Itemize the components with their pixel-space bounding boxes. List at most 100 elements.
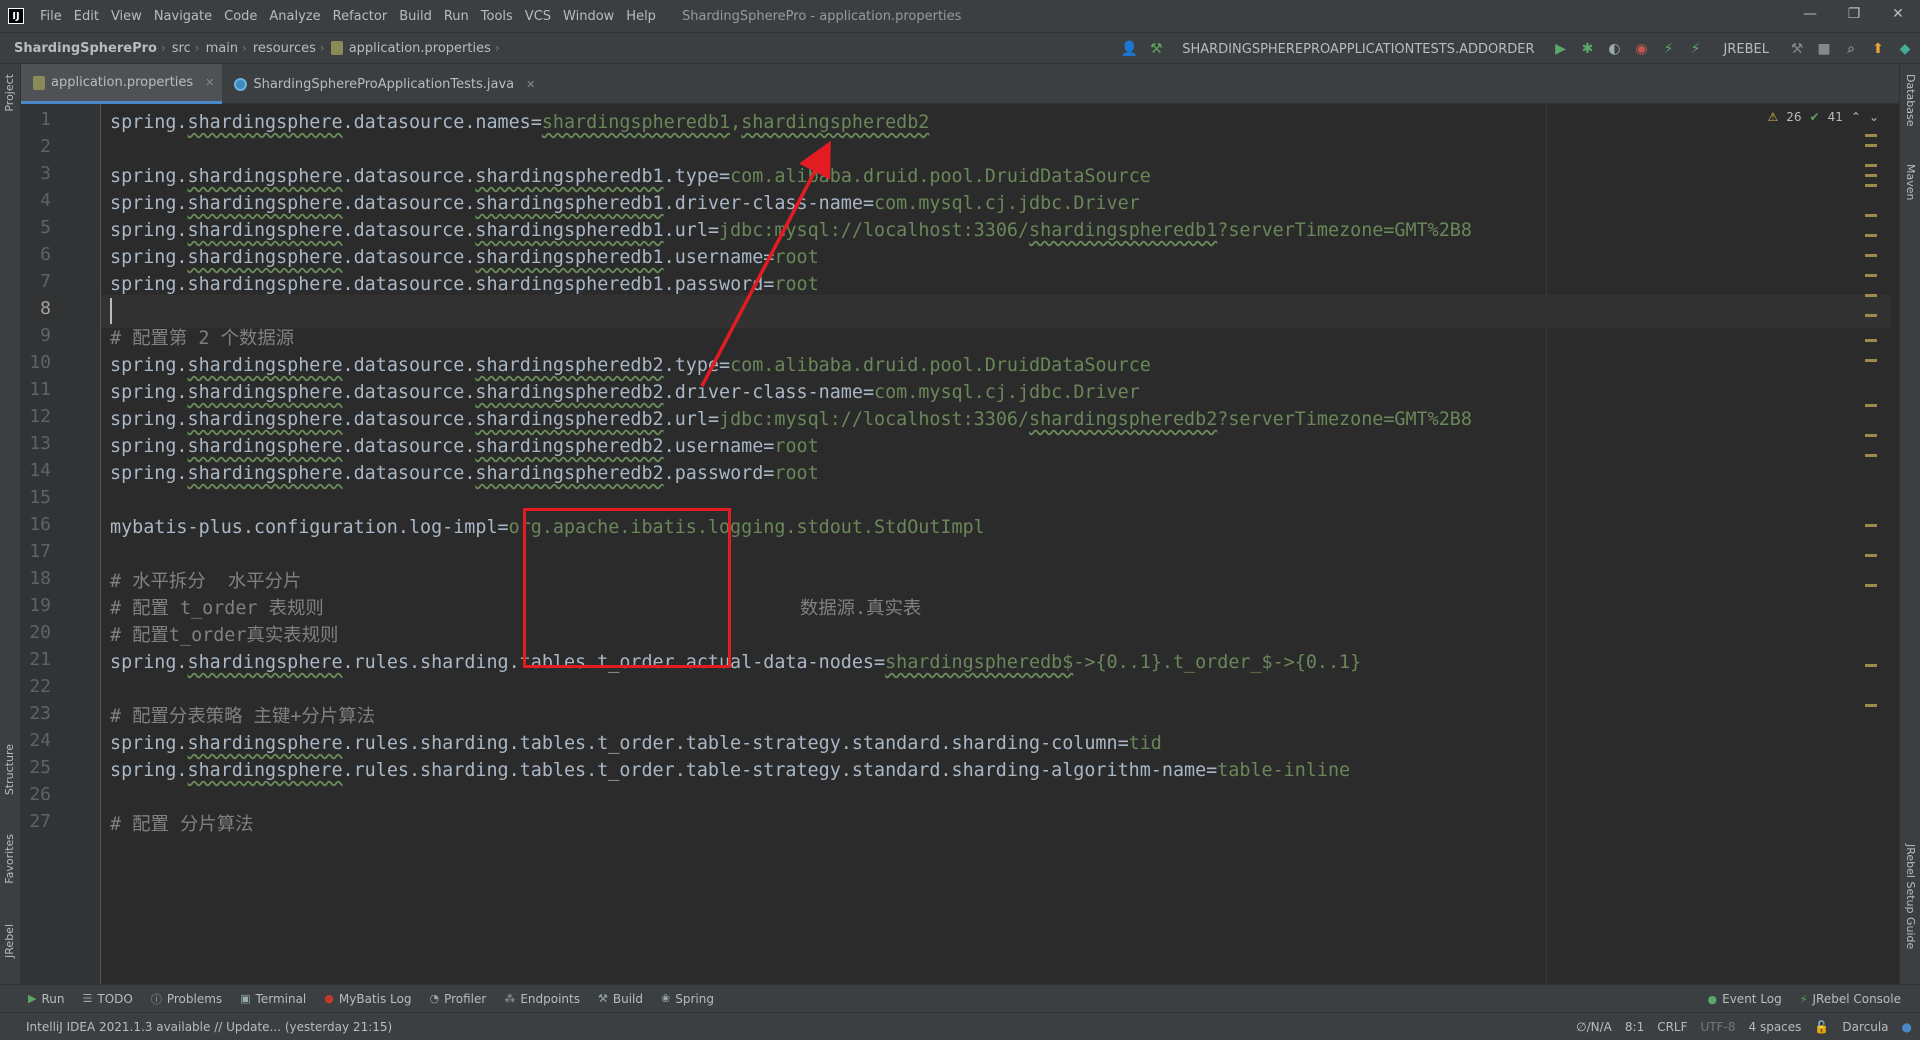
line-number[interactable]: 26 [21, 784, 51, 805]
error-stripe-mark[interactable] [1865, 434, 1877, 437]
line-number[interactable]: 22 [21, 676, 51, 697]
jrebel-debug-icon[interactable]: ⚡ [1687, 40, 1705, 58]
error-stripe-mark[interactable] [1865, 454, 1877, 457]
file-encoding[interactable]: UTF-8 [1701, 1020, 1736, 1034]
next-highlight-icon[interactable]: ⌄ [1869, 110, 1879, 124]
theme-name[interactable]: Darcula [1842, 1020, 1888, 1034]
line-number[interactable]: 20 [21, 622, 51, 643]
profile-icon[interactable]: ◉ [1633, 40, 1651, 58]
error-stripe-mark[interactable] [1865, 664, 1877, 667]
error-stripe-mark[interactable] [1865, 404, 1877, 407]
menu-file[interactable]: File [34, 9, 68, 24]
stop-icon[interactable]: ■ [1815, 40, 1833, 58]
line-number[interactable]: 13 [21, 433, 51, 454]
jrebel-setup-guide-tab[interactable]: JRebel Setup Guide [1904, 844, 1917, 949]
maven-tool-tab[interactable]: Maven [1904, 164, 1917, 200]
jrebel-tool-tab[interactable]: JRebel [3, 924, 16, 958]
error-stripe-mark[interactable] [1865, 274, 1877, 277]
tab-application-tests-java[interactable]: ShardingSphereProApplicationTests.java ✕ [222, 64, 543, 104]
tool-window-event-log[interactable]: ● Event Log [1699, 992, 1791, 1006]
menu-view[interactable]: View [105, 9, 148, 24]
code-line[interactable]: spring.shardingsphere.rules.sharding.tab… [110, 754, 1350, 787]
caret-position[interactable]: 8:1 [1625, 1020, 1644, 1034]
close-window-icon[interactable]: ✕ [1888, 6, 1908, 24]
line-number[interactable]: 27 [21, 811, 51, 832]
error-stripe-mark[interactable] [1865, 359, 1877, 362]
line-number[interactable]: 24 [21, 730, 51, 751]
line-number[interactable]: 7 [21, 271, 51, 292]
hammer-build-icon[interactable]: ⚒ [1147, 40, 1165, 58]
menu-navigate[interactable]: Navigate [148, 9, 218, 24]
line-number[interactable]: 3 [21, 163, 51, 184]
vcs-status[interactable]: ∅/N/A [1576, 1020, 1612, 1034]
tool-window-jrebel-console[interactable]: ⚡ JRebel Console [1791, 992, 1910, 1006]
breadcrumb-main[interactable]: main [200, 41, 242, 56]
database-tool-tab[interactable]: Database [1904, 74, 1917, 127]
tab-application-properties[interactable]: application.properties ✕ [21, 64, 223, 104]
menu-build[interactable]: Build [393, 9, 438, 24]
code-editor[interactable]: 1 2 3 4 5 6 7 8 9 10 11 12 13 14 15 16 17 18 19 20 21 22 23 24 2… [21, 104, 1899, 984]
tool-window-problems[interactable]: ⓘ Problems [142, 991, 231, 1007]
menu-code[interactable]: Code [218, 9, 263, 24]
error-stripe-mark[interactable] [1865, 134, 1877, 137]
error-stripe-mark[interactable] [1865, 214, 1877, 217]
run-icon[interactable]: ▶ [1552, 40, 1570, 58]
line-number[interactable]: 2 [21, 136, 51, 157]
error-stripe-mark[interactable] [1865, 584, 1877, 587]
close-tab-icon[interactable]: ✕ [205, 76, 214, 89]
menu-edit[interactable]: Edit [68, 9, 105, 24]
prev-highlight-icon[interactable]: ⌃ [1851, 110, 1861, 124]
error-stripe-mark[interactable] [1865, 314, 1877, 317]
error-stripe-mark[interactable] [1865, 234, 1877, 237]
tool-window-terminal[interactable]: ▣ Terminal [231, 992, 315, 1006]
error-stripe-mark[interactable] [1865, 524, 1877, 527]
memory-indicator-icon[interactable]: ● [1902, 1020, 1912, 1034]
error-stripe-mark[interactable] [1865, 184, 1877, 187]
menu-run[interactable]: Run [438, 9, 475, 24]
line-number[interactable]: 4 [21, 190, 51, 211]
search-icon[interactable]: ⌕ [1842, 40, 1860, 58]
line-number[interactable]: 14 [21, 460, 51, 481]
menu-refactor[interactable]: Refactor [327, 9, 394, 24]
inspection-widget[interactable]: ⚠ 26 ✔ 41 ⌃ ⌄ [1767, 110, 1879, 124]
code-area[interactable]: spring.shardingsphere.datasource.names=s… [101, 104, 1891, 984]
restore-icon[interactable]: ❐ [1844, 6, 1864, 24]
error-stripe-mark[interactable] [1865, 554, 1877, 557]
line-number[interactable]: 12 [21, 406, 51, 427]
code-line[interactable]: # 配置 分片算法 [110, 808, 254, 841]
tool-window-mybatis-log[interactable]: ● MyBatis Log [315, 992, 420, 1006]
menu-window[interactable]: Window [557, 9, 620, 24]
breadcrumb-src[interactable]: src [166, 41, 195, 56]
hammer-icon[interactable]: ⚒ [1788, 40, 1806, 58]
line-number[interactable]: 16 [21, 514, 51, 535]
line-number[interactable]: 8 [21, 298, 51, 319]
line-number[interactable]: 25 [21, 757, 51, 778]
line-number[interactable]: 11 [21, 379, 51, 400]
tool-window-build[interactable]: ⚒ Build [589, 992, 652, 1006]
menu-vcs[interactable]: VCS [519, 9, 557, 24]
line-number[interactable]: 6 [21, 244, 51, 265]
code-line[interactable]: spring.shardingsphere.datasource.names=s… [110, 106, 929, 139]
run-configuration-select[interactable]: SHARDINGSPHEREPROAPPLICATIONTESTS.ADDORD… [1182, 42, 1534, 57]
jrebel-run-icon[interactable]: ⚡ [1660, 40, 1678, 58]
menu-analyze[interactable]: Analyze [263, 9, 326, 24]
tool-window-endpoints[interactable]: ⁂ Endpoints [495, 992, 589, 1006]
line-number[interactable]: 1 [21, 109, 51, 130]
error-stripe-mark[interactable] [1865, 339, 1877, 342]
update-icon[interactable]: ⬆ [1869, 40, 1887, 58]
menu-help[interactable]: Help [620, 9, 662, 24]
project-tool-tab[interactable]: Project [3, 74, 16, 112]
error-stripe-mark[interactable] [1865, 254, 1877, 257]
favorites-tool-tab[interactable]: Favorites [3, 834, 16, 884]
indent-setting[interactable]: 4 spaces [1749, 1020, 1802, 1034]
line-number[interactable]: 17 [21, 541, 51, 562]
line-number[interactable]: 23 [21, 703, 51, 724]
error-stripe-mark[interactable] [1865, 174, 1877, 177]
line-number[interactable]: 10 [21, 352, 51, 373]
line-number-gutter[interactable]: 1 2 3 4 5 6 7 8 9 10 11 12 13 14 15 16 17 18 19 20 21 22 23 24 2… [21, 104, 101, 984]
line-number[interactable]: 15 [21, 487, 51, 508]
structure-tool-tab[interactable]: Structure [3, 744, 16, 795]
close-tab-icon[interactable]: ✕ [526, 78, 535, 91]
line-number[interactable]: 18 [21, 568, 51, 589]
tool-window-todo[interactable]: ☰ TODO [73, 992, 141, 1006]
